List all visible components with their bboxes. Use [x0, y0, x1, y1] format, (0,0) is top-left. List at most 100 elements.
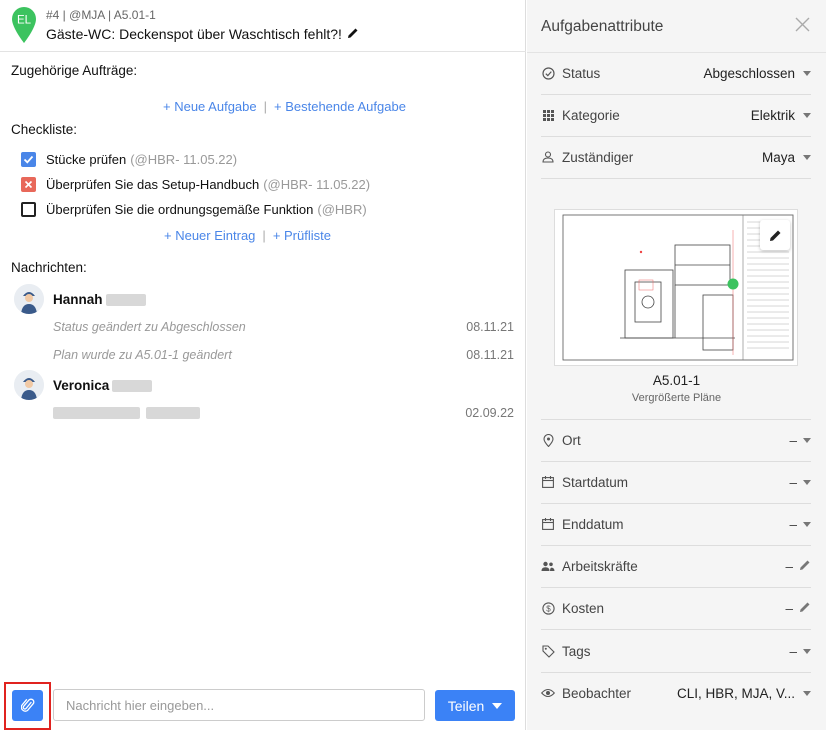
- status-label: Status: [562, 65, 601, 81]
- end-date-field[interactable]: Enddatum –: [541, 509, 811, 539]
- costs-value: –: [785, 600, 793, 616]
- start-date-label: Startdatum: [562, 474, 629, 490]
- task-title: Gäste-WC: Deckenspot über Waschtisch feh…: [46, 26, 342, 42]
- assignee-field[interactable]: Zuständiger Maya: [541, 142, 811, 172]
- location-pin-icon: [541, 433, 555, 447]
- divider: [541, 94, 811, 95]
- end-date-label: Enddatum: [562, 516, 624, 532]
- messages-label: Nachrichten:: [11, 260, 87, 275]
- redacted-message: [53, 407, 200, 419]
- checklist-links: + Neuer Eintrag | + Prüfliste: [164, 228, 331, 243]
- message-author: Veronica: [53, 378, 153, 393]
- share-button[interactable]: Teilen: [435, 690, 515, 721]
- checklist-item[interactable]: Überprüfen Sie die ordnungsgemäße Funkti…: [21, 200, 367, 218]
- watchers-field[interactable]: Beobachter CLI, HBR, MJA, V...: [541, 678, 811, 708]
- checklist-item-text: Überprüfen Sie die ordnungsgemäße Funkti…: [46, 201, 314, 217]
- workers-field[interactable]: Arbeitskräfte –: [541, 551, 811, 581]
- redacted-surname: [112, 379, 153, 392]
- costs-field[interactable]: $ Kosten –: [541, 593, 811, 623]
- location-field[interactable]: Ort –: [541, 425, 811, 455]
- tag-icon: [541, 644, 555, 658]
- link-separator: |: [262, 228, 266, 243]
- start-date-field[interactable]: Startdatum –: [541, 467, 811, 497]
- chevron-down-icon: [803, 112, 811, 118]
- checklist-item-meta: (@HBR): [317, 201, 367, 217]
- edit-plan-button[interactable]: [760, 220, 790, 250]
- checklist-label: Checkliste:: [11, 122, 78, 137]
- watchers-value: CLI, HBR, MJA, V...: [676, 685, 795, 701]
- category-label: Kategorie: [562, 107, 620, 123]
- message-text: Status geändert zu Abgeschlossen: [53, 320, 246, 334]
- divider: [541, 178, 811, 179]
- assignee-label: Zuständiger: [562, 149, 634, 165]
- existing-task-link[interactable]: + Bestehende Aufgabe: [274, 99, 406, 114]
- message-author: Hannah: [53, 292, 146, 307]
- task-detail-panel: EL #4 | @MJA | A5.01-1 Gäste-WC: Deckens…: [0, 0, 526, 730]
- tags-label: Tags: [562, 643, 591, 659]
- new-entry-link[interactable]: + Neuer Eintrag: [164, 228, 255, 243]
- chevron-down-icon: [492, 702, 503, 709]
- task-header: EL #4 | @MJA | A5.01-1 Gäste-WC: Deckens…: [0, 0, 526, 52]
- pencil-icon: [769, 230, 780, 241]
- chevron-down-icon: [803, 70, 811, 76]
- chevron-down-icon: [803, 437, 811, 443]
- calendar-icon: [541, 475, 555, 489]
- message-date: 08.11.21: [466, 320, 514, 334]
- redacted-surname: [105, 293, 146, 306]
- category-value: Elektrik: [750, 107, 795, 123]
- checkbox-checked-icon[interactable]: [21, 151, 36, 167]
- user-avatar: [14, 284, 44, 314]
- status-field[interactable]: Status Abgeschlossen: [541, 58, 811, 88]
- related-tasks-label: Zugehörige Aufträge:: [11, 63, 138, 78]
- plan-subtitle: Vergrößerte Pläne: [631, 392, 722, 404]
- divider: [541, 672, 811, 673]
- costs-label: Kosten: [562, 600, 605, 616]
- attributes-panel: Aufgabenattribute Status Abgeschlossen K…: [527, 0, 826, 730]
- checkbox-empty-icon[interactable]: [21, 201, 36, 217]
- attach-button[interactable]: [12, 690, 43, 721]
- checklist-item-text: Überprüfen Sie das Setup-Handbuch: [46, 176, 260, 192]
- watchers-label: Beobachter: [562, 685, 632, 701]
- chevron-down-icon: [803, 479, 811, 485]
- divider: [541, 461, 811, 462]
- new-task-link[interactable]: + Neue Aufgabe: [163, 99, 257, 114]
- grid-icon: [541, 108, 555, 122]
- close-icon[interactable]: [795, 17, 810, 32]
- task-meta: #4 | @MJA | A5.01-1: [46, 8, 156, 22]
- chevron-down-icon: [803, 648, 811, 654]
- category-field[interactable]: Kategorie Elektrik: [541, 100, 811, 130]
- checkbox-failed-icon[interactable]: [21, 176, 36, 192]
- assignee-value: Maya: [761, 149, 795, 165]
- avatar-initials: EL: [17, 15, 32, 27]
- location-value: –: [789, 432, 797, 448]
- checklist-template-link[interactable]: + Prüfliste: [273, 228, 331, 243]
- edit-title-icon[interactable]: [347, 26, 359, 42]
- checklist-item[interactable]: Stücke prüfen (@HBR- 11.05.22): [21, 150, 237, 168]
- related-tasks-links: + Neue Aufgabe | + Bestehende Aufgabe: [163, 99, 406, 114]
- tags-field[interactable]: Tags –: [541, 636, 811, 666]
- divider: [527, 52, 826, 53]
- message-date: 02.09.22: [465, 406, 514, 420]
- pencil-icon[interactable]: [799, 601, 811, 616]
- checklist-item-meta: (@HBR- 11.05.22): [130, 151, 238, 167]
- calendar-icon: [541, 517, 555, 531]
- people-icon: [541, 559, 555, 573]
- check-circle-icon: [541, 66, 555, 80]
- end-date-value: –: [789, 516, 797, 532]
- checklist-item-meta: (@HBR- 11.05.22): [263, 176, 371, 192]
- person-icon: [541, 150, 555, 164]
- plan-name: A5.01-1: [652, 373, 701, 388]
- task-pin-avatar: EL: [11, 6, 37, 44]
- chevron-down-icon: [803, 154, 811, 160]
- workers-value: –: [785, 558, 793, 574]
- chevron-down-icon: [803, 690, 811, 696]
- status-value: Abgeschlossen: [703, 65, 795, 81]
- chevron-down-icon: [803, 521, 811, 527]
- pencil-icon[interactable]: [799, 559, 811, 574]
- divider: [541, 419, 811, 420]
- checklist-item[interactable]: Überprüfen Sie das Setup-Handbuch (@HBR- …: [21, 175, 370, 193]
- message-input[interactable]: [53, 689, 425, 721]
- message-text: Plan wurde zu A5.01-1 geändert: [53, 348, 232, 362]
- message-date: 08.11.21: [466, 348, 514, 362]
- divider: [541, 629, 811, 630]
